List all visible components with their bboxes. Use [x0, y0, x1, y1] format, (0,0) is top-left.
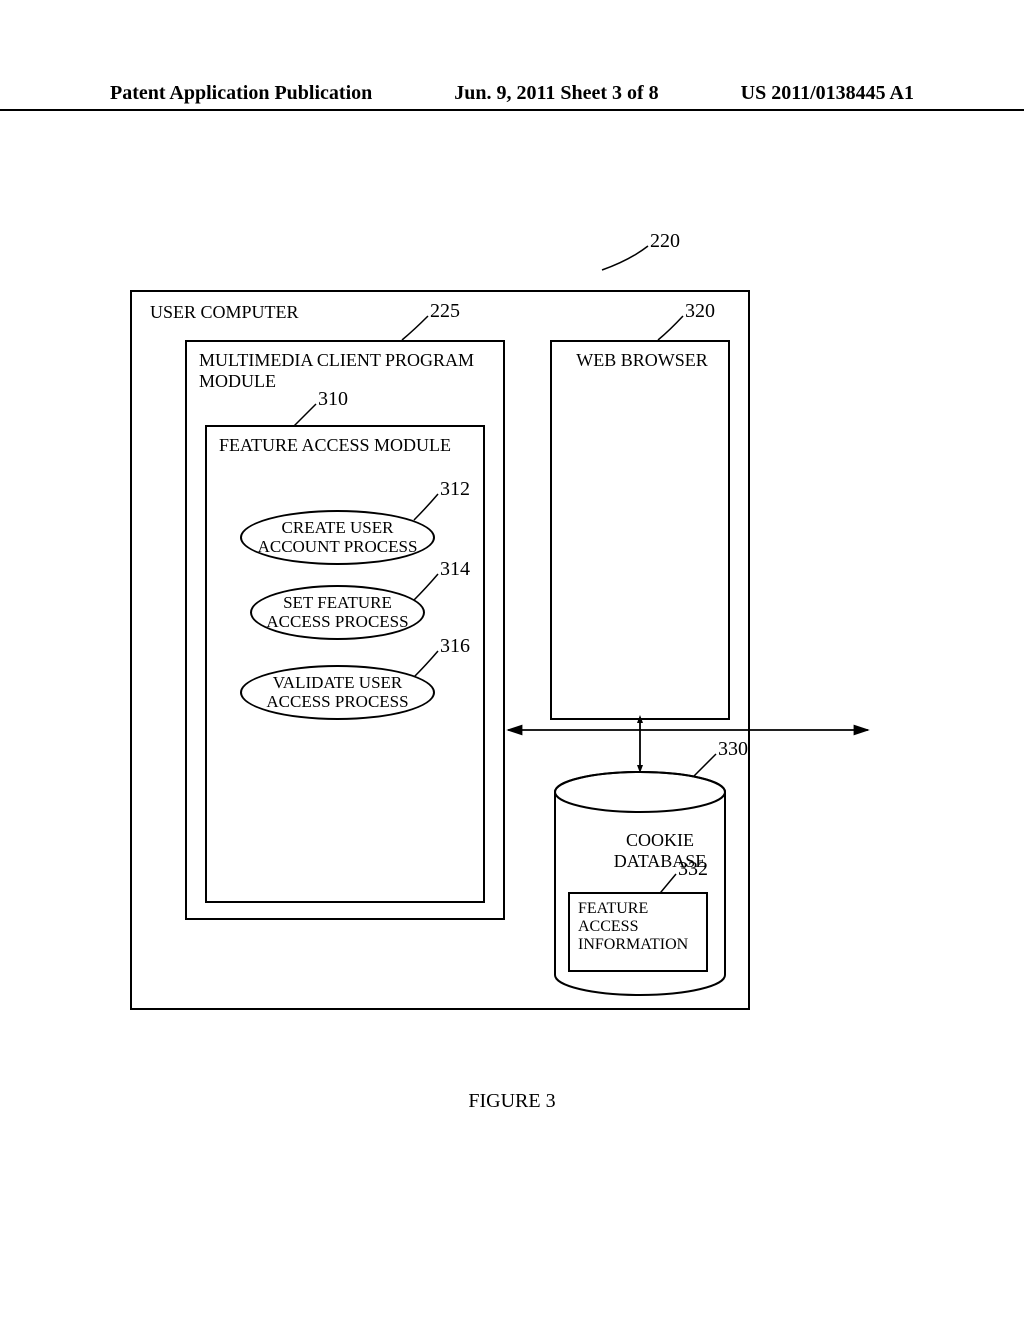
page-header: Patent Application Publication Jun. 9, 2… — [0, 82, 1024, 111]
label-validate-user: VALIDATE USER ACCESS PROCESS — [266, 674, 408, 711]
ellipse-validate-user: VALIDATE USER ACCESS PROCESS — [240, 665, 435, 720]
box-feature-info: FEATURE ACCESS INFORMATION — [568, 892, 708, 972]
box-web-browser: WEB BROWSER — [550, 340, 730, 720]
label-multimedia-module: MULTIMEDIA CLIENT PROGRAM MODULE — [199, 350, 474, 392]
label-create-user: CREATE USER ACCOUNT PROCESS — [258, 519, 418, 556]
diagram-canvas: 220 USER COMPUTER 225 320 MULTIMEDIA CLI… — [130, 260, 870, 1030]
header-left: Patent Application Publication — [110, 82, 372, 105]
header-mid: Jun. 9, 2011 Sheet 3 of 8 — [454, 82, 658, 105]
header-right: US 2011/0138445 A1 — [741, 82, 914, 105]
label-feature-info: FEATURE ACCESS INFORMATION — [578, 900, 688, 954]
figure-caption: FIGURE 3 — [0, 1090, 1024, 1113]
ellipse-create-user: CREATE USER ACCOUNT PROCESS — [240, 510, 435, 565]
label-feature-access-module: FEATURE ACCESS MODULE — [219, 435, 451, 456]
label-set-feature: SET FEATURE ACCESS PROCESS — [266, 594, 408, 631]
ellipse-set-feature: SET FEATURE ACCESS PROCESS — [250, 585, 425, 640]
label-web-browser: WEB BROWSER — [574, 350, 710, 371]
